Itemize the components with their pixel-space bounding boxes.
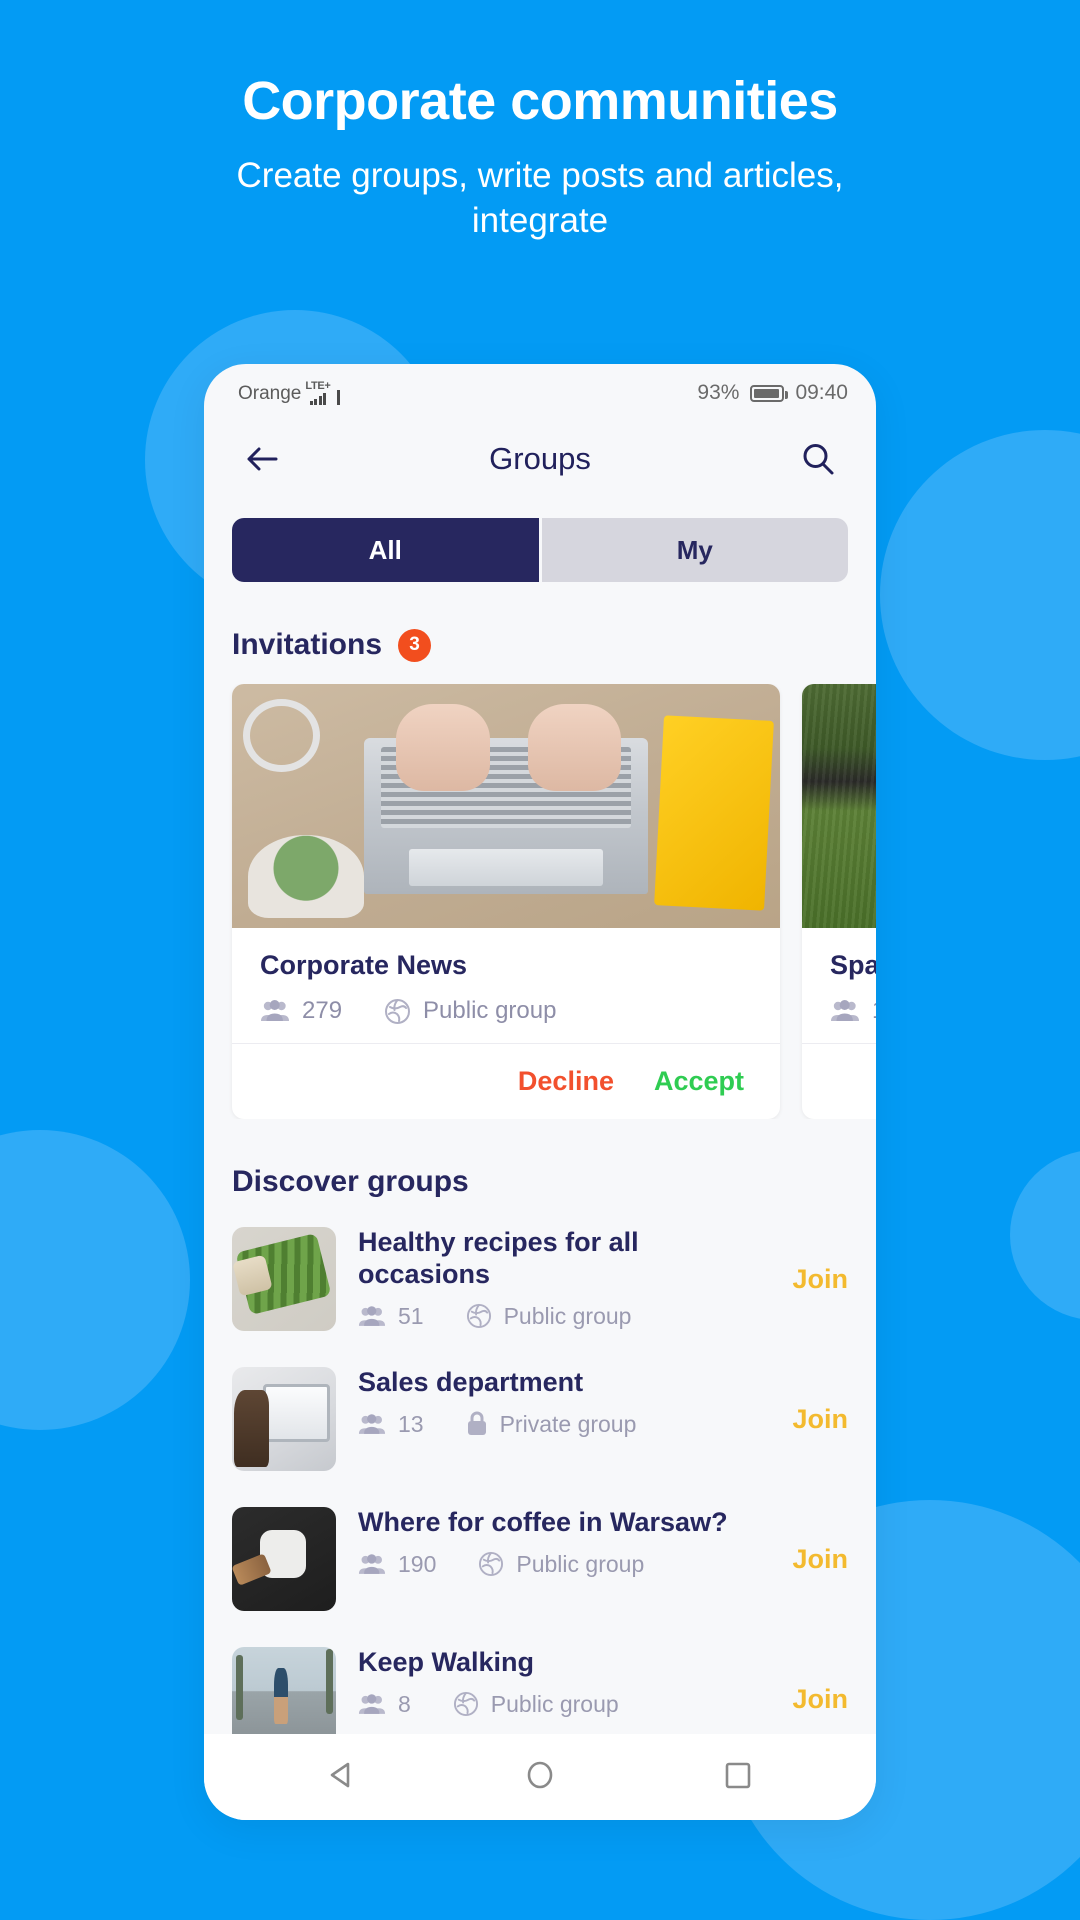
- group-privacy-label: Public group: [490, 1690, 619, 1717]
- group-privacy-label: Private group: [499, 1410, 637, 1437]
- invitation-cover-image: [802, 684, 876, 928]
- battery-icon: [750, 384, 789, 402]
- join-button[interactable]: Join: [782, 1264, 848, 1295]
- app-header: Groups: [204, 416, 876, 502]
- cover-art: [802, 684, 876, 928]
- group-privacy-label: Public group: [503, 1302, 632, 1329]
- signal-bars-secondary-icon: [336, 390, 341, 405]
- invitation-card[interactable]: Corporate News 279 Public group Decline …: [232, 684, 780, 1119]
- group-name: Healthy recipes for all occasions: [358, 1227, 639, 1289]
- invitation-privacy-label: Public group: [423, 997, 557, 1024]
- search-icon: [803, 444, 834, 475]
- globe-icon: [385, 998, 411, 1024]
- globe-icon: [453, 1692, 478, 1717]
- network-type-label: LTE+: [305, 380, 331, 392]
- people-icon: [358, 1414, 386, 1434]
- carrier-label: Orange: [238, 383, 302, 404]
- android-navigation-bar: [204, 1734, 876, 1820]
- list-item[interactable]: Healthy recipes for all occasions 51 Pub…: [204, 1209, 876, 1349]
- tab-my[interactable]: My: [541, 518, 848, 582]
- list-item[interactable]: Sales department 13 Private group Join: [204, 1349, 876, 1489]
- signal-bars-icon: [309, 392, 327, 405]
- people-icon: [358, 1554, 386, 1574]
- invitation-body: Spa 1: [802, 928, 876, 1043]
- invitation-card[interactable]: Spa 1 Decline Accept: [802, 684, 876, 1119]
- nav-back-button[interactable]: [323, 1756, 361, 1799]
- invitation-actions: Decline Accept: [802, 1043, 876, 1119]
- status-bar-left: Orange LTE+: [238, 380, 341, 405]
- people-icon: [358, 1305, 386, 1326]
- invitations-carousel[interactable]: Corporate News 279 Public group Decline …: [204, 684, 876, 1119]
- group-member-count: 13: [398, 1410, 424, 1437]
- background-blob: [1010, 1150, 1080, 1320]
- invitations-heading: Invitations 3: [204, 628, 876, 662]
- discover-heading: Discover groups: [204, 1165, 876, 1199]
- accept-button[interactable]: Accept: [654, 1066, 744, 1097]
- invitation-meta: 279 Public group: [260, 997, 752, 1025]
- hero-subtitle: Create groups, write posts and articles,…: [236, 156, 844, 240]
- nav-recents-button[interactable]: [719, 1756, 757, 1799]
- invitation-member-count: 279: [302, 997, 343, 1024]
- nav-home-button[interactable]: [521, 1756, 559, 1799]
- group-name: Sales department: [358, 1367, 584, 1397]
- invitation-body: Corporate News 279 Public group: [232, 928, 780, 1043]
- decline-button[interactable]: Decline: [518, 1066, 614, 1097]
- group-member-count: 8: [398, 1690, 411, 1717]
- tab-all[interactable]: All: [232, 518, 539, 582]
- invitation-group-name: Spa: [830, 950, 876, 980]
- back-button[interactable]: [240, 437, 284, 481]
- invitations-title: Invitations: [232, 628, 383, 661]
- hero-title: Corporate communities: [242, 71, 838, 131]
- group-privacy-label: Public group: [516, 1550, 645, 1577]
- invitation-meta: 1: [830, 997, 876, 1025]
- group-name: Where for coffee in Warsaw?: [358, 1507, 728, 1537]
- invitation-actions: Decline Accept: [232, 1043, 780, 1119]
- network-indicator: LTE+: [305, 380, 331, 405]
- group-meta: 190 Public group: [358, 1551, 760, 1578]
- group-member-count: 190: [398, 1550, 437, 1577]
- triangle-back-icon: [330, 1762, 350, 1787]
- group-name: Keep Walking: [358, 1647, 535, 1677]
- hero-section: Corporate communities Create groups, wri…: [0, 0, 1080, 244]
- square-recents-icon: [725, 1762, 751, 1788]
- people-icon: [831, 1000, 859, 1021]
- join-button[interactable]: Join: [782, 1544, 848, 1575]
- page-title: Groups: [489, 441, 591, 476]
- arrow-left-icon: [247, 447, 278, 471]
- list-item[interactable]: Where for coffee in Warsaw? 190 Public g…: [204, 1489, 876, 1629]
- group-meta: 13 Private group: [358, 1411, 760, 1438]
- group-thumbnail: [232, 1227, 336, 1331]
- invitation-member-count: 1: [872, 997, 876, 1025]
- background-blob: [0, 1130, 190, 1430]
- background-blob: [880, 430, 1080, 760]
- group-thumbnail: [232, 1367, 336, 1471]
- clock-label: 09:40: [795, 381, 848, 404]
- circle-home-icon: [527, 1761, 553, 1788]
- tab-group: All My: [232, 518, 848, 582]
- people-icon: [261, 1000, 289, 1021]
- phone-mockup: Orange LTE+ 93% 09:40 Groups All My Invi…: [204, 364, 876, 1820]
- search-button[interactable]: [796, 437, 840, 481]
- battery-percent-label: 93%: [697, 381, 740, 404]
- group-member-count: 51: [398, 1302, 424, 1329]
- group-meta: 51 Public group: [358, 1303, 760, 1330]
- status-bar: Orange LTE+ 93% 09:40: [204, 364, 876, 416]
- status-bar-right: 93% 09:40: [697, 381, 848, 405]
- discover-groups-list: Healthy recipes for all occasions 51 Pub…: [204, 1209, 876, 1769]
- discover-title: Discover groups: [232, 1165, 469, 1198]
- globe-icon: [466, 1304, 491, 1329]
- join-button[interactable]: Join: [782, 1684, 848, 1715]
- cover-art: [232, 684, 780, 928]
- lock-icon: [467, 1411, 486, 1436]
- invitations-count-badge: 3: [398, 628, 432, 662]
- globe-icon: [479, 1552, 504, 1577]
- group-meta: 8 Public group: [358, 1691, 760, 1718]
- people-icon: [358, 1694, 386, 1714]
- join-button[interactable]: Join: [782, 1404, 848, 1435]
- invitation-cover-image: [232, 684, 780, 928]
- invitation-group-name: Corporate News: [260, 950, 468, 980]
- group-thumbnail: [232, 1507, 336, 1611]
